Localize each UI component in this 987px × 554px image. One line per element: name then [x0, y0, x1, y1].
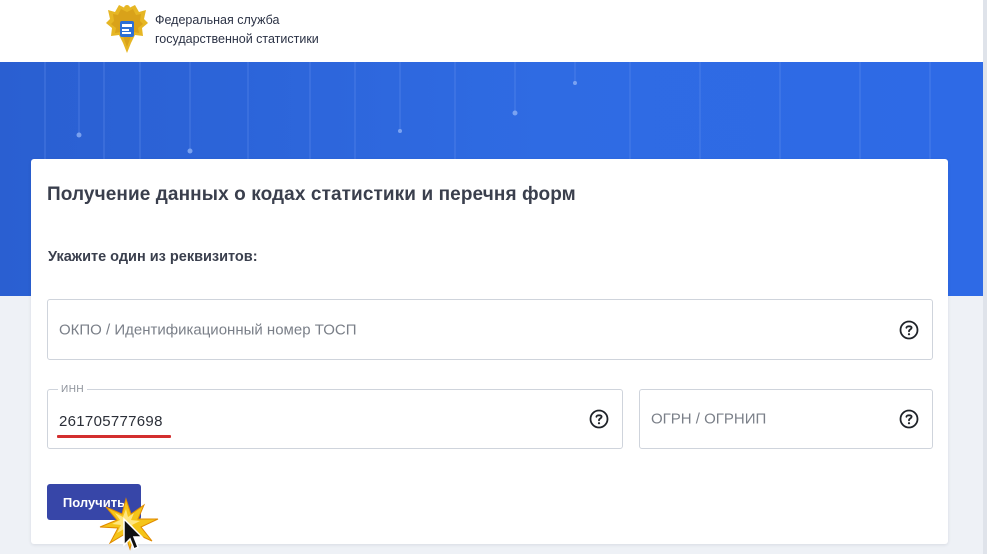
page-scrollbar[interactable]: [983, 0, 987, 554]
rosstat-emblem-icon[interactable]: [105, 3, 149, 55]
mouse-cursor-click-icon: [99, 497, 159, 551]
question-circle-icon[interactable]: [589, 409, 609, 429]
organization-name[interactable]: Федеральная служба государственной стати…: [155, 11, 319, 49]
inn-field[interactable]: ИНН 261705777698: [47, 384, 623, 449]
org-name-line1: Федеральная служба: [155, 13, 280, 27]
inn-label: ИНН: [58, 384, 88, 395]
okpo-field[interactable]: ОКПО / Идентификационный номер ТОСП: [47, 299, 933, 360]
annotation-underline: [57, 435, 171, 438]
ogrn-field[interactable]: ОГРН / ОГРНИП: [639, 389, 933, 449]
inn-input-value[interactable]: 261705777698: [59, 413, 163, 430]
search-form-card: Получение данных о кодах статистики и пе…: [31, 159, 948, 544]
ogrn-placeholder: ОГРН / ОГРНИП: [651, 410, 767, 428]
question-circle-icon[interactable]: [899, 409, 919, 429]
question-circle-icon[interactable]: [899, 320, 919, 340]
site-header: Федеральная служба государственной стати…: [0, 0, 987, 62]
form-subtitle: Укажите один из реквизитов:: [48, 249, 258, 265]
org-name-line2: государственной статистики: [155, 32, 319, 46]
form-title: Получение данных о кодах статистики и пе…: [47, 184, 576, 205]
okpo-placeholder: ОКПО / Идентификационный номер ТОСП: [59, 321, 357, 338]
